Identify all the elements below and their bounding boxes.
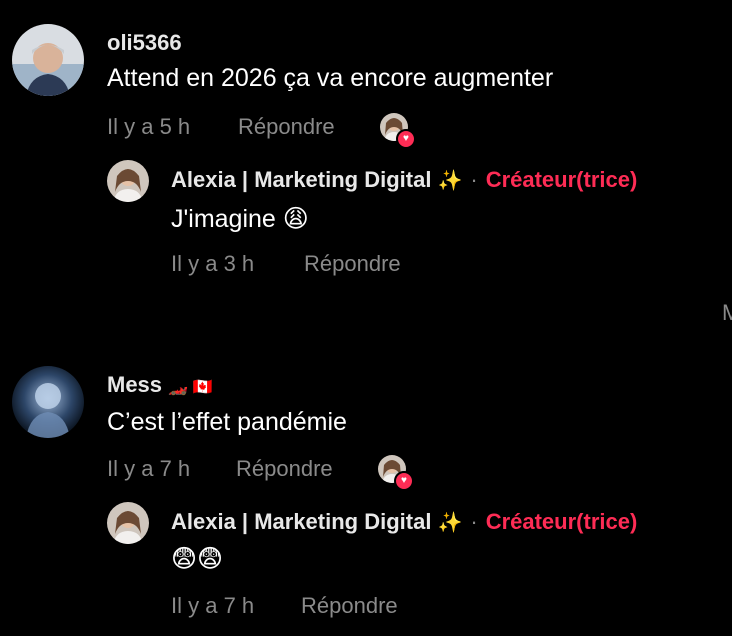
user-avatar[interactable]: [12, 366, 84, 438]
person-avatar-icon: [107, 502, 149, 544]
reply-text-content: J'imagine: [171, 205, 276, 233]
creator-reply-header: Alexia | Marketing Digital ✨ · Créateur(…: [171, 509, 637, 535]
creator-avatar[interactable]: [107, 502, 149, 544]
person-avatar-icon: [107, 160, 149, 202]
comment-timestamp: Il y a 7 h: [107, 456, 191, 481]
reply-text: 😨😨: [171, 544, 223, 574]
reply-timestamp: Il y a 3 h: [171, 251, 255, 276]
reply-timestamp: Il y a 7 h: [171, 593, 255, 618]
reply-button[interactable]: Répondre: [301, 593, 398, 619]
sparkle-icon: ✨: [437, 511, 463, 534]
creator-badge: Créateur(trice): [485, 167, 638, 192]
race-car-and-canada-flag-icon: 🏎️ 🇨🇦: [168, 379, 213, 396]
comment-username[interactable]: oli5366: [107, 30, 182, 56]
creator-badge: Créateur(trice): [485, 509, 638, 534]
fearful-face-emoji-icon: 😨😨: [171, 545, 224, 573]
reply-button[interactable]: Répondre: [236, 456, 333, 482]
separator-dot: ·: [470, 509, 478, 534]
comment-username-text: Mess: [107, 372, 163, 397]
user-avatar[interactable]: [12, 24, 84, 96]
creator-username[interactable]: Alexia | Marketing Digital: [171, 167, 431, 193]
heart-icon: ♥: [394, 471, 414, 491]
comment-text: C’est l’effet pandémie: [107, 408, 347, 436]
sparkle-icon: ✨: [437, 169, 463, 192]
reply-button[interactable]: Répondre: [238, 114, 335, 140]
heart-icon: ♥: [396, 129, 416, 149]
comment-timestamp: Il y a 5 h: [107, 114, 191, 139]
separator-dot: ·: [470, 167, 478, 192]
reply-text: J'imagine 😩: [171, 204, 309, 234]
comment-text: Attend en 2026 ça va encore augmenter: [107, 64, 554, 92]
creator-liked-indicator: ♥: [380, 113, 416, 149]
creator-avatar[interactable]: [107, 160, 149, 202]
creator-username[interactable]: Alexia | Marketing Digital: [171, 509, 431, 535]
clipped-edge-text: M: [722, 300, 732, 325]
weary-face-emoji-icon: 😩: [282, 205, 309, 233]
person-avatar-icon: [12, 366, 84, 438]
creator-liked-indicator: ♥: [378, 455, 414, 491]
reply-button[interactable]: Répondre: [304, 251, 401, 277]
creator-reply-header: Alexia | Marketing Digital ✨ · Créateur(…: [171, 167, 637, 193]
person-avatar-icon: [12, 24, 84, 96]
comment-username[interactable]: Mess 🏎️ 🇨🇦: [107, 372, 212, 398]
